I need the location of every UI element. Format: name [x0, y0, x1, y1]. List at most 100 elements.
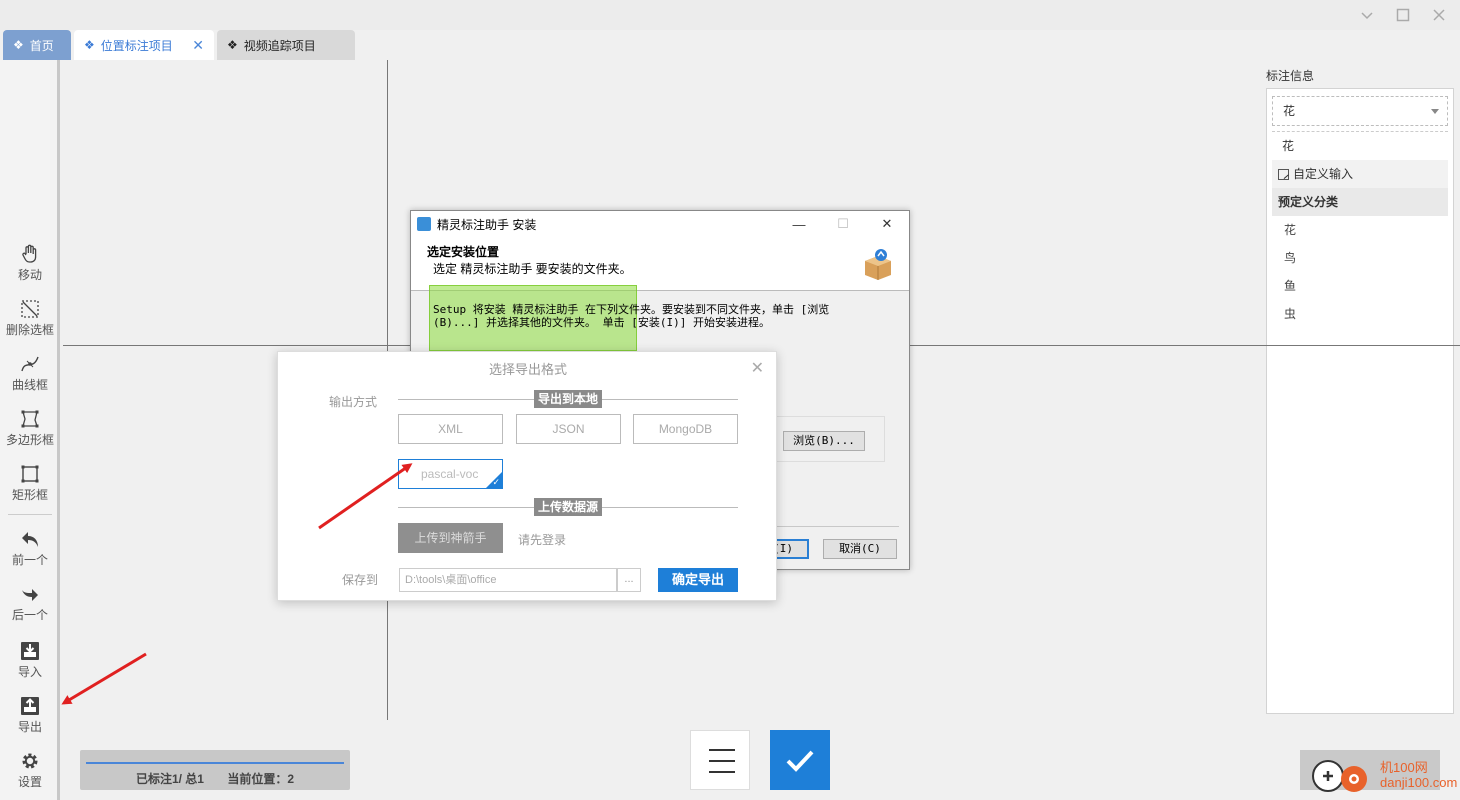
- hamburger-line: [709, 760, 735, 762]
- package-box-icon: [865, 249, 891, 280]
- installer-titlebar: 精灵标注助手 安装 — ☐ ✕: [411, 211, 909, 237]
- format-mongodb-button[interactable]: MongoDB: [633, 414, 738, 444]
- tool-rectangle[interactable]: 矩形框: [0, 463, 60, 503]
- undo-arrow-icon: [22, 532, 38, 547]
- installer-subheading: 选定 精灵标注助手 要安装的文件夹。: [433, 262, 632, 276]
- progress-bar: [86, 762, 344, 764]
- tool-label: 设置: [17, 775, 42, 789]
- installer-header: 选定安装位置 选定 精灵标注助手 要安装的文件夹。: [411, 237, 909, 291]
- predefined-group-title: 预定义分类: [1272, 188, 1448, 216]
- save-to-label: 保存到: [342, 573, 379, 587]
- format-json-button[interactable]: JSON: [516, 414, 621, 444]
- tab-close-icon[interactable]: ✕: [192, 37, 204, 54]
- login-hint[interactable]: 请先登录: [518, 531, 566, 548]
- tool-label: 曲线框: [11, 378, 48, 392]
- close-icon[interactable]: ✕: [865, 211, 909, 237]
- browse-button[interactable]: 浏览(B)...: [783, 431, 865, 451]
- tool-export[interactable]: 导出: [0, 695, 60, 735]
- diamond-icon: ❖: [13, 38, 24, 52]
- tool-label: 删除选框: [5, 323, 54, 337]
- confirm-export-button[interactable]: 确定导出: [658, 568, 738, 592]
- delete-box-icon: [21, 300, 39, 318]
- watermark-line2: danji100.com: [1380, 775, 1458, 790]
- watermark-logo: [1312, 755, 1376, 795]
- rectangle-icon: [21, 465, 39, 483]
- check-icon: ✓: [492, 477, 500, 487]
- tab-bar: ❖ 首页 ❖ 位置标注项目 ✕ ❖ 视频追踪项目: [0, 30, 355, 60]
- edit-icon: [1278, 168, 1289, 180]
- hamburger-line: [709, 771, 735, 773]
- format-label: pascal-voc: [421, 467, 479, 481]
- tool-move[interactable]: 移动: [0, 243, 60, 283]
- bottom-bar: 已标注1/ 总1 当前位置：2: [63, 720, 1460, 800]
- tool-label: 矩形框: [11, 488, 48, 502]
- chevron-down-icon[interactable]: [1356, 4, 1378, 26]
- cancel-button[interactable]: 取消(C): [823, 539, 897, 559]
- annotation-info-panel: 标注信息 花 花 自定义输入 预定义分类 花 鸟 鱼 虫: [1260, 60, 1460, 800]
- hamburger-line: [709, 749, 735, 751]
- category-item-flower[interactable]: 花: [1272, 216, 1448, 244]
- watermark: 机100网 danji100.com: [1312, 755, 1457, 795]
- status-box: 已标注1/ 总1 当前位置：2: [80, 750, 350, 790]
- selected-label: 花: [1283, 104, 1296, 118]
- export-format-dialog: 选择导出格式 ✕ 输出方式 导出到本地 XML JSON MongoDB pas…: [277, 351, 777, 601]
- tool-next[interactable]: 后一个: [0, 583, 60, 623]
- label-select[interactable]: 花: [1272, 96, 1448, 126]
- format-pascal-voc-button[interactable]: pascal-voc ✓: [398, 459, 503, 489]
- browse-path-button[interactable]: ...: [617, 568, 641, 592]
- upload-section-title: 上传数据源: [534, 498, 603, 516]
- redo-arrow-icon: [22, 589, 38, 601]
- tool-label: 多边形框: [5, 433, 54, 447]
- tab-position-annotation[interactable]: ❖ 位置标注项目 ✕: [74, 30, 214, 60]
- curve-icon: [21, 356, 39, 372]
- panel-title: 标注信息: [1266, 69, 1315, 83]
- tab-video-tracking[interactable]: ❖ 视频追踪项目: [217, 30, 355, 60]
- tool-import[interactable]: 导入: [0, 640, 60, 680]
- caret-down-icon: [1431, 109, 1439, 114]
- diamond-icon: ❖: [227, 38, 238, 52]
- divider: [8, 514, 52, 515]
- tool-label: 导出: [17, 720, 42, 734]
- close-icon[interactable]: [1428, 4, 1450, 26]
- category-item-fish[interactable]: 鱼: [1272, 272, 1448, 300]
- tool-polygon[interactable]: 多边形框: [0, 408, 60, 448]
- local-section-title: 导出到本地: [534, 390, 603, 408]
- tool-sidebar: 移动 删除选框 曲线框 多边形框 矩形框 前一个 后一个 导入 导出 设置: [0, 60, 60, 800]
- export-icon: [21, 697, 39, 715]
- save-path-input[interactable]: D:\tools\桌面\office: [399, 568, 617, 592]
- labeled-count: 已标注1/ 总1: [135, 772, 204, 786]
- description-line: Setup 将安装 精灵标注助手 在下列文件夹。要安装到不同文件夹，单击 [浏览: [433, 303, 830, 316]
- tool-previous[interactable]: 前一个: [0, 528, 60, 568]
- installer-description: Setup 将安装 精灵标注助手 在下列文件夹。要安装到不同文件夹，单击 [浏览…: [433, 303, 873, 329]
- current-label-item[interactable]: 花: [1272, 132, 1448, 160]
- custom-input-label: 自定义输入: [1293, 167, 1354, 181]
- format-xml-button[interactable]: XML: [398, 414, 503, 444]
- upload-button[interactable]: 上传到神箭手: [398, 523, 503, 553]
- label-dropdown-list: 花 自定义输入 预定义分类 花 鸟 鱼 虫: [1272, 131, 1448, 328]
- tab-label: 视频追踪项目: [243, 38, 316, 53]
- panel-box: 花 花 自定义输入 预定义分类 花 鸟 鱼 虫: [1266, 88, 1454, 714]
- app-icon: [417, 217, 431, 231]
- tool-delete-box[interactable]: 删除选框: [0, 298, 60, 338]
- close-icon[interactable]: ✕: [751, 358, 764, 378]
- check-icon: [786, 750, 814, 772]
- maximize-icon[interactable]: [1392, 4, 1414, 26]
- tab-home[interactable]: ❖ 首页: [3, 30, 71, 60]
- category-item-bird[interactable]: 鸟: [1272, 244, 1448, 272]
- category-item-insect[interactable]: 虫: [1272, 300, 1448, 328]
- diamond-icon: ❖: [84, 38, 95, 52]
- tab-label: 首页: [29, 38, 54, 53]
- maximize-icon[interactable]: ☐: [821, 211, 865, 237]
- menu-button[interactable]: [690, 730, 750, 790]
- custom-input-item[interactable]: 自定义输入: [1272, 160, 1448, 188]
- title-bar: [0, 0, 1460, 30]
- minimize-icon[interactable]: —: [777, 211, 821, 237]
- tool-settings[interactable]: 设置: [0, 750, 60, 790]
- current-position: 当前位置：2: [227, 772, 295, 786]
- tab-label: 位置标注项目: [100, 38, 173, 53]
- hand-icon: [22, 244, 37, 263]
- tool-curve[interactable]: 曲线框: [0, 353, 60, 393]
- import-icon: [21, 642, 39, 660]
- confirm-check-button[interactable]: [770, 730, 830, 790]
- dialog-title: 选择导出格式: [488, 362, 567, 377]
